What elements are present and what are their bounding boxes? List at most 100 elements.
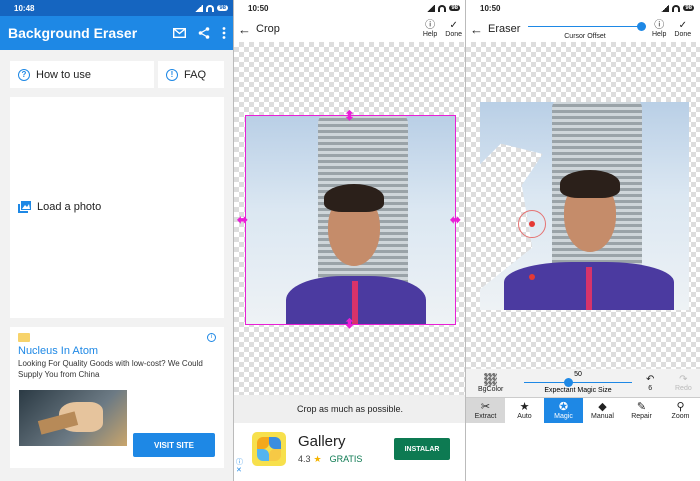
install-button[interactable]: INSTALAR: [394, 438, 450, 460]
check-icon: ✓: [678, 20, 687, 31]
wifi-icon: [438, 4, 447, 12]
tab-label: Zoom: [671, 413, 690, 420]
tab-label: Magic: [554, 413, 573, 420]
battery-level: 98: [449, 5, 460, 11]
tab-extract[interactable]: ✂ Extract: [466, 398, 505, 423]
done-button[interactable]: ✓ Done: [674, 20, 691, 38]
signal-icon: [195, 4, 204, 12]
brush-center: [529, 221, 535, 227]
tab-zoom[interactable]: ⚲ Zoom: [661, 398, 700, 423]
tab-label: Repair: [631, 413, 652, 420]
ad-choices-icon[interactable]: ⓘ ✕: [236, 459, 243, 475]
ad-description: Looking For Quality Goods with low-cost?…: [18, 359, 203, 379]
crop-handle-left[interactable]: ⬌: [237, 213, 248, 226]
undo-button[interactable]: ↶ 6: [646, 374, 654, 392]
back-arrow-icon[interactable]: ←: [238, 22, 251, 37]
faq-button[interactable]: ! FAQ: [158, 61, 224, 88]
done-button[interactable]: ✓ Done: [445, 20, 462, 38]
done-label: Done: [445, 31, 462, 38]
check-icon: ✓: [449, 20, 458, 31]
help-icon: ⓘ: [654, 20, 665, 31]
help-icon: ⓘ: [425, 20, 436, 31]
slider-thumb[interactable]: [564, 378, 573, 387]
crop-handle-bottom[interactable]: ⬍: [344, 317, 355, 330]
crop-handle-top[interactable]: ⬍: [344, 109, 355, 122]
tab-label: Manual: [591, 413, 614, 420]
bgcolor-label: BgColor: [478, 386, 504, 393]
status-time: 10:48: [14, 3, 35, 13]
ad-info-icon[interactable]: i: [207, 333, 216, 342]
magic-options: BgColor 50 Expectant Magic Size ↶ 6 ↷ Redo: [466, 369, 700, 397]
undo-count: 6: [648, 385, 653, 392]
home-screen: 10:48 98 Background Eraser ? How to use …: [0, 0, 234, 481]
signal-icon: [427, 4, 436, 12]
info-icon: !: [166, 68, 178, 81]
app-title: Background Eraser: [8, 25, 138, 41]
status-bar: 10:48 98: [0, 0, 234, 16]
undo-icon: ↶: [646, 374, 655, 385]
magic-size-slider[interactable]: 50 Expectant Magic Size: [524, 369, 632, 397]
done-label: Done: [674, 31, 692, 38]
share-icon[interactable]: [198, 27, 210, 39]
help-button[interactable]: ⓘ Help: [652, 20, 666, 38]
eraser-title: Eraser: [488, 23, 521, 35]
eraser-screen: 10:50 98 ← Eraser Cursor Offset ⓘ Help ✓ D…: [466, 0, 700, 481]
status-bar: 10:50 98: [234, 0, 466, 16]
more-vert-icon[interactable]: [222, 27, 226, 39]
crop-title: Crop: [256, 23, 280, 35]
magic-size-label: Expectant Magic Size: [544, 387, 612, 394]
redo-label: Redo: [675, 385, 692, 392]
cursor-offset-label: Cursor Offset: [564, 33, 606, 40]
tab-manual[interactable]: ◆ Manual: [583, 398, 622, 423]
battery-level: 98: [217, 5, 228, 11]
magic-size-value: 50: [574, 371, 582, 378]
signal-icon: [661, 4, 670, 12]
tab-repair[interactable]: ✎ Repair: [622, 398, 661, 423]
install-ad[interactable]: Gallery 4.3 ★ GRATIS INSTALAR ⓘ ✕: [234, 423, 466, 481]
back-arrow-icon[interactable]: ←: [470, 22, 483, 37]
question-icon: ?: [18, 68, 30, 81]
tab-label: Extract: [474, 413, 497, 420]
offset-point[interactable]: [529, 274, 535, 280]
status-time: 10:50: [248, 3, 269, 13]
star-icon: ★: [519, 401, 530, 413]
help-button[interactable]: ⓘ Help: [423, 20, 437, 38]
slider-thumb[interactable]: [637, 22, 646, 31]
star-icon: ★: [313, 454, 322, 464]
help-label: Help: [652, 31, 667, 38]
erased-photo: [480, 102, 689, 310]
crop-frame[interactable]: [245, 115, 456, 325]
tab-auto[interactable]: ★ Auto: [505, 398, 544, 423]
ad-badge-icon: [18, 333, 30, 342]
bottom-blank: [466, 423, 700, 481]
load-photo-label: Load a photo: [37, 201, 102, 213]
wifi-icon: [672, 4, 681, 12]
load-photo-button[interactable]: Load a photo: [10, 97, 224, 318]
gallery-app-icon: [252, 432, 286, 466]
app-bar: Background Eraser: [0, 16, 234, 50]
crop-hint: Crop as much as possible.: [234, 395, 466, 423]
eraser-toolbar: ← Eraser Cursor Offset ⓘ Help ✓ Done: [466, 16, 700, 42]
how-to-use-button[interactable]: ? How to use: [10, 61, 154, 88]
brush-icon: ✎: [636, 401, 647, 413]
ad-image: [19, 390, 127, 446]
ad-rating: 4.3: [298, 454, 311, 464]
magic-icon: ✪: [558, 401, 569, 413]
status-time: 10:50: [480, 3, 501, 13]
redo-button[interactable]: ↷ Redo: [675, 374, 692, 392]
ad-title: Nucleus In Atom: [18, 345, 99, 357]
bgcolor-button[interactable]: BgColor: [478, 373, 503, 393]
crop-screen: 10:50 98 ← Crop ⓘ Help ✓ Done ⬍ ⬍ ⬌ ⬌ Crop…: [234, 0, 466, 481]
tab-magic[interactable]: ✪ Magic: [544, 398, 583, 423]
how-to-use-label: How to use: [36, 68, 92, 81]
battery-level: 98: [683, 5, 694, 11]
cursor-offset-slider[interactable]: Cursor Offset: [524, 16, 646, 42]
tool-tabs: ✂ Extract ★ Auto ✪ Magic ◆ Manual ✎ Repair ⚲ Z…: [466, 397, 700, 423]
mail-icon[interactable]: [173, 28, 186, 38]
wifi-icon: [206, 4, 215, 12]
help-label: Help: [422, 31, 438, 38]
crop-handle-right[interactable]: ⬌: [450, 213, 461, 226]
photo-library-icon: [18, 201, 31, 213]
redo-icon: ↷: [679, 374, 688, 385]
visit-site-button[interactable]: VISIT SITE: [133, 433, 215, 457]
